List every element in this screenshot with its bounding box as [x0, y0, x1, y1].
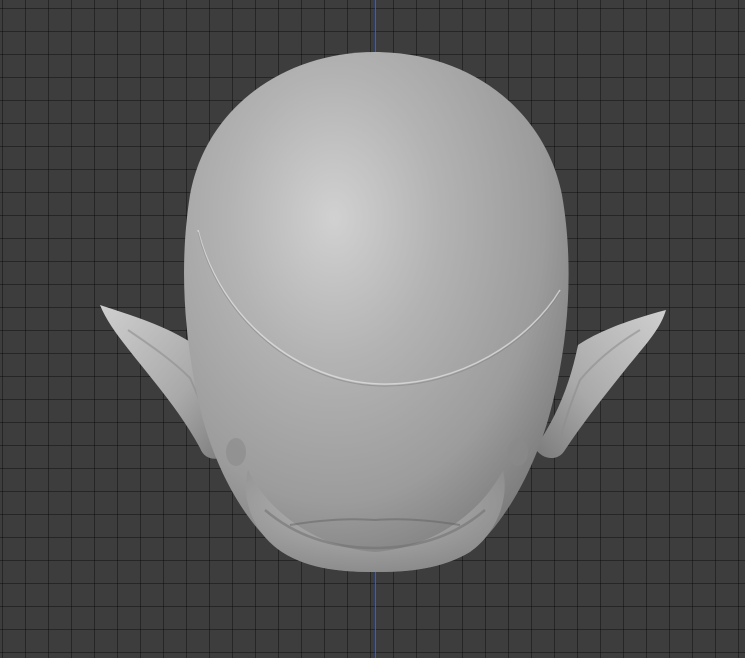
head-skull	[184, 52, 569, 572]
right-ear-base	[508, 438, 528, 466]
left-ear-base	[226, 438, 246, 466]
3d-viewport[interactable]	[0, 0, 745, 658]
head-model[interactable]	[0, 0, 745, 658]
